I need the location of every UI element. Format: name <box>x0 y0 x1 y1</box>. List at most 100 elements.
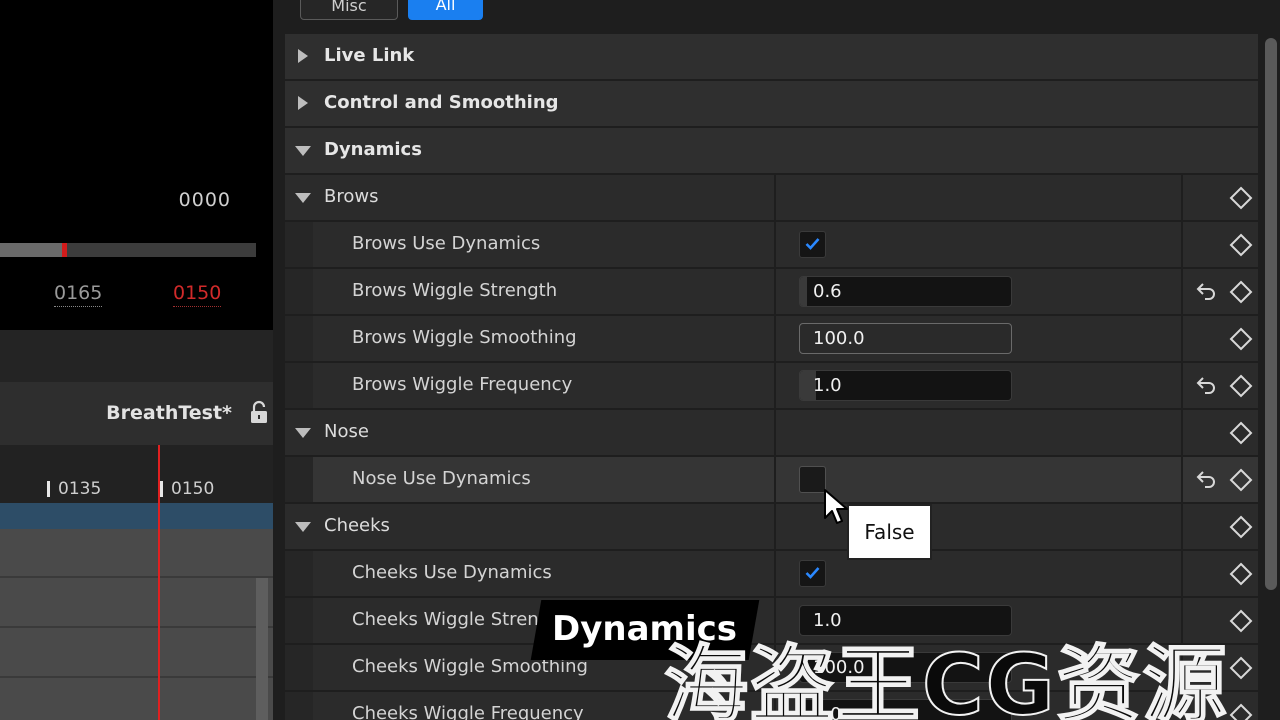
keyframe-diamond-icon[interactable] <box>1229 515 1253 539</box>
viewport-toolbar-strip <box>0 330 273 382</box>
column-divider <box>1181 175 1183 220</box>
ruler-tick-label: 0135 <box>58 479 102 499</box>
keyframe-diamond-icon[interactable] <box>1229 609 1253 633</box>
collapse-arrow-icon[interactable] <box>295 428 311 438</box>
column-divider <box>1181 551 1183 596</box>
range-start-frame[interactable]: 0165 <box>54 282 103 307</box>
keyframe-diamond-icon[interactable] <box>1229 562 1253 586</box>
timeline-scrollbar[interactable] <box>256 578 268 720</box>
column-divider <box>774 363 776 408</box>
column-divider <box>774 222 776 267</box>
field-value: 1.0 <box>813 375 842 396</box>
range-end-frame[interactable]: 0150 <box>173 282 222 307</box>
sequencer-header: BreathTest* <box>0 382 273 445</box>
keyframe-diamond-icon[interactable] <box>1229 327 1253 351</box>
column-divider <box>1181 504 1183 549</box>
slider-fill <box>800 277 807 306</box>
group-label: Cheeks <box>324 515 390 536</box>
track-row-divider <box>0 626 273 628</box>
checkmark-icon <box>805 238 820 250</box>
column-divider <box>774 410 776 455</box>
keyframe-diamond-icon[interactable] <box>1229 656 1253 680</box>
viewport[interactable]: 0000 0165 0150 <box>0 0 273 330</box>
details-scrollbar[interactable] <box>1265 38 1277 590</box>
details-panel: Misc All Live Link Control and Smoothing… <box>273 0 1280 720</box>
property-row: Nose Use Dynamics <box>285 457 1258 504</box>
timeline-track-area[interactable] <box>0 529 273 720</box>
property-label: Cheeks Wiggle Frequency <box>352 703 584 720</box>
ruler-tick <box>160 481 163 497</box>
column-divider <box>1181 269 1183 314</box>
filter-misc-button[interactable]: Misc <box>300 0 398 20</box>
brows-wiggle-strength-field[interactable]: 0.6 <box>799 276 1012 307</box>
category-dynamics[interactable]: Dynamics <box>285 128 1258 175</box>
category-control-smoothing[interactable]: Control and Smoothing <box>285 81 1258 128</box>
timeline-selected-track[interactable] <box>0 503 273 529</box>
row-indent <box>285 269 313 314</box>
expand-arrow-icon[interactable] <box>298 49 308 63</box>
reset-arrow-icon[interactable] <box>1195 280 1217 302</box>
keyframe-diamond-icon[interactable] <box>1229 186 1253 210</box>
lock-icon[interactable] <box>249 400 269 424</box>
column-divider <box>1181 316 1183 361</box>
property-row: Brows Wiggle Smoothing 100.0 <box>285 316 1258 363</box>
watermark: 海盗王CG资源 <box>663 635 1229 720</box>
cheeks-use-dynamics-checkbox[interactable] <box>799 560 826 587</box>
app-window: 0000 0165 0150 BreathTest* 0135 0150 Mis… <box>0 0 1280 720</box>
expand-arrow-icon[interactable] <box>298 96 308 110</box>
ruler-tick-label: 0150 <box>171 479 215 499</box>
column-divider <box>1181 222 1183 267</box>
category-live-link[interactable]: Live Link <box>285 34 1258 81</box>
column-divider <box>774 269 776 314</box>
filter-bar: Misc All <box>273 0 1280 34</box>
value-tooltip: False <box>847 504 932 560</box>
property-label: Cheeks Use Dynamics <box>352 562 552 583</box>
timeline-ruler[interactable]: 0135 0150 <box>0 445 273 503</box>
keyframe-diamond-icon[interactable] <box>1229 374 1253 398</box>
row-indent <box>285 551 313 596</box>
track-row-divider <box>0 576 273 578</box>
column-divider <box>1181 457 1183 502</box>
property-label: Brows Use Dynamics <box>352 233 541 254</box>
row-indent <box>285 645 313 690</box>
group-cheeks[interactable]: Cheeks <box>285 504 1258 551</box>
playhead[interactable] <box>158 445 160 720</box>
frame-counter: 0000 <box>178 189 231 211</box>
group-nose[interactable]: Nose <box>285 410 1258 457</box>
reset-arrow-icon[interactable] <box>1195 374 1217 396</box>
brows-use-dynamics-checkbox[interactable] <box>799 231 826 258</box>
checkmark-icon <box>805 567 820 579</box>
reset-arrow-icon[interactable] <box>1195 468 1217 490</box>
keyframe-diamond-icon[interactable] <box>1229 703 1253 720</box>
property-label: Brows Wiggle Frequency <box>352 374 573 395</box>
keyframe-diamond-icon[interactable] <box>1229 421 1253 445</box>
property-row: Brows Wiggle Strength 0.6 <box>285 269 1258 316</box>
brows-wiggle-smoothing-field[interactable]: 100.0 <box>799 323 1012 354</box>
row-indent <box>285 598 313 643</box>
field-value: 100.0 <box>813 328 865 349</box>
column-divider <box>774 457 776 502</box>
collapse-arrow-icon[interactable] <box>295 522 311 532</box>
group-brows[interactable]: Brows <box>285 175 1258 222</box>
property-label: Brows Wiggle Smoothing <box>352 327 577 348</box>
category-label: Dynamics <box>324 139 422 160</box>
mouse-cursor-icon <box>824 489 848 524</box>
property-label: Brows Wiggle Strength <box>352 280 558 301</box>
scrub-bar[interactable] <box>0 243 256 257</box>
filter-all-button[interactable]: All <box>408 0 483 20</box>
group-label: Nose <box>324 421 369 442</box>
scrub-bar-marker[interactable] <box>62 243 67 257</box>
brows-wiggle-frequency-field[interactable]: 1.0 <box>799 370 1012 401</box>
collapse-arrow-icon[interactable] <box>295 193 311 203</box>
column-divider <box>774 551 776 596</box>
group-label: Brows <box>324 186 379 207</box>
keyframe-diamond-icon[interactable] <box>1229 468 1253 492</box>
keyframe-diamond-icon[interactable] <box>1229 280 1253 304</box>
property-row: Brows Use Dynamics <box>285 222 1258 269</box>
category-label: Live Link <box>324 45 415 66</box>
column-divider <box>774 316 776 361</box>
keyframe-diamond-icon[interactable] <box>1229 233 1253 257</box>
row-indent <box>285 692 313 720</box>
property-row: Cheeks Use Dynamics <box>285 551 1258 598</box>
collapse-arrow-icon[interactable] <box>295 146 311 156</box>
